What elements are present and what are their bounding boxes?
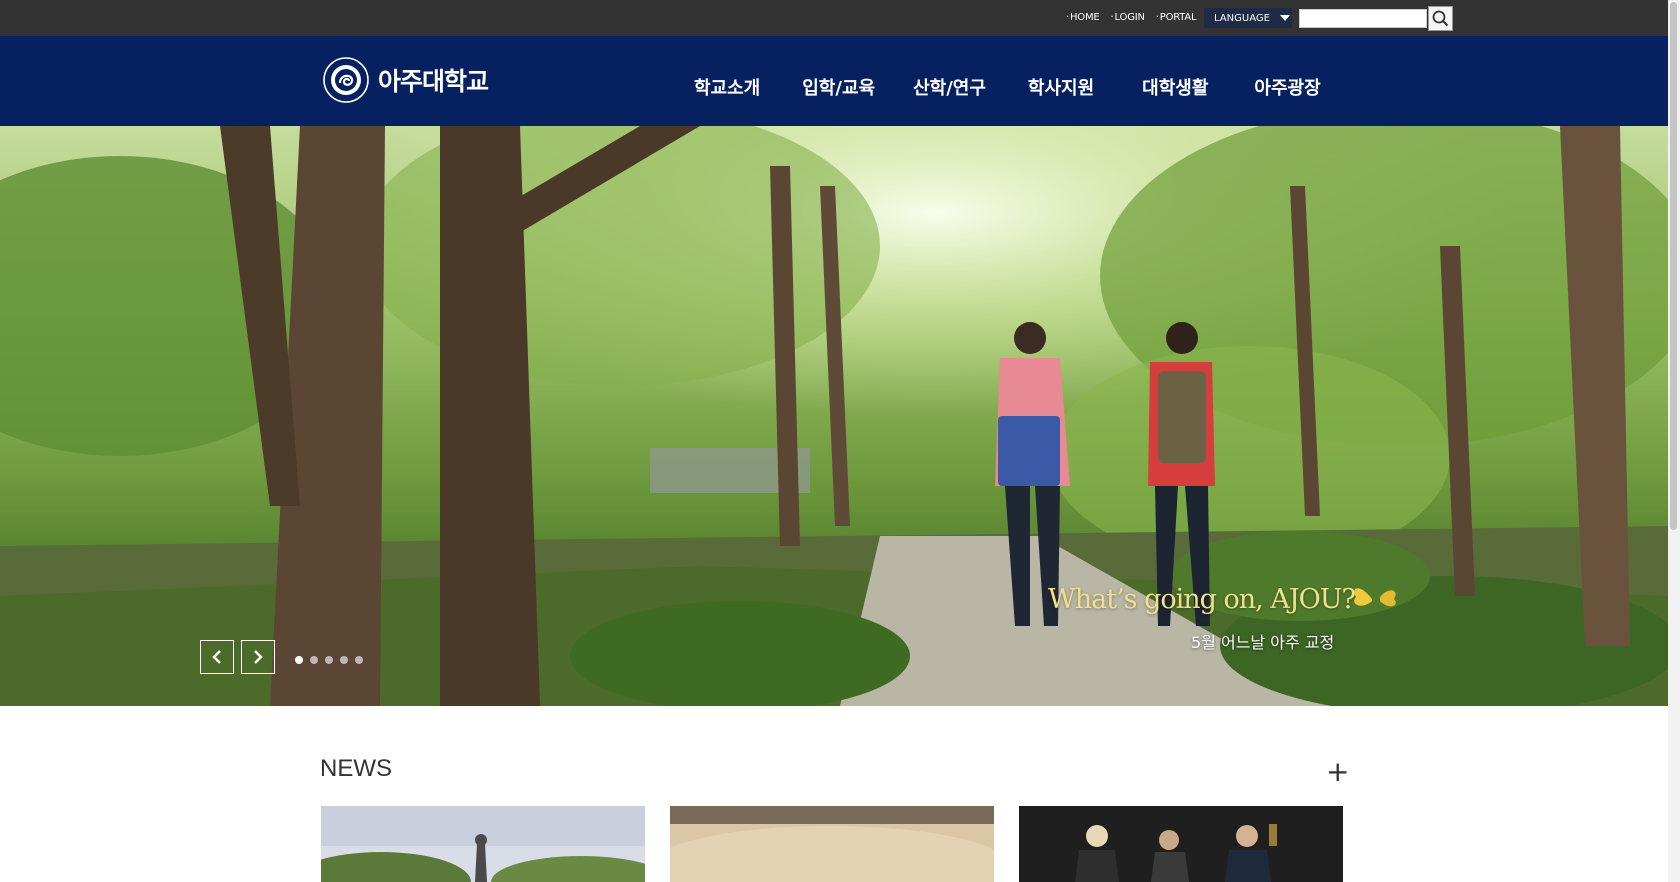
university-logo[interactable]: 아주대학교	[322, 56, 489, 104]
search-icon	[1432, 10, 1449, 27]
caret-down-icon	[1279, 15, 1290, 21]
language-label: LANGUAGE	[1214, 12, 1270, 24]
portal-link[interactable]: PORTAL	[1156, 12, 1197, 23]
news-card-1[interactable]	[321, 806, 645, 882]
news-card-3[interactable]	[1019, 806, 1343, 882]
news-section-title: NEWS	[320, 755, 392, 782]
scrollbar-thumb[interactable]	[1670, 2, 1677, 530]
menu-item-admission[interactable]: 입학/교육	[802, 74, 875, 100]
news-card-3-image	[1019, 806, 1343, 882]
news-card-2-image	[670, 806, 994, 882]
main-menu: 학교소개 입학/교육 산학/연구 학사지원 대학생활 아주광장	[694, 74, 1321, 100]
utility-bar: HOME LOGIN PORTAL LANGUAGE	[0, 0, 1668, 36]
slide-dot-5[interactable]	[355, 656, 363, 664]
slide-dot-4[interactable]	[340, 656, 348, 664]
login-link[interactable]: LOGIN	[1111, 12, 1145, 23]
news-card-2[interactable]	[670, 806, 994, 882]
utility-links: HOME LOGIN PORTAL	[1066, 12, 1207, 23]
search-button[interactable]	[1428, 6, 1453, 31]
butterfly-icon	[1354, 588, 1396, 607]
menu-item-about[interactable]: 학교소개	[694, 74, 760, 100]
news-more-button[interactable]: +	[1326, 758, 1349, 786]
language-dropdown[interactable]: LANGUAGE	[1204, 8, 1292, 28]
logo-text: 아주대학교	[378, 67, 489, 96]
slide-indicators	[295, 656, 370, 664]
hero-banner[interactable]: What’s going on, AJOU? 5월 어느날 아주 교정	[0, 126, 1668, 706]
hero-headline: What’s going on, AJOU?	[1048, 584, 1356, 615]
next-slide-button[interactable]	[241, 640, 275, 674]
home-link[interactable]: HOME	[1066, 12, 1100, 23]
slide-dot-1[interactable]	[295, 656, 303, 664]
menu-item-research[interactable]: 산학/연구	[913, 74, 986, 100]
slide-dot-2[interactable]	[310, 656, 318, 664]
previous-slide-button[interactable]	[200, 640, 234, 674]
slide-dot-3[interactable]	[325, 656, 333, 664]
hero-photo	[0, 126, 1668, 706]
main-navigation: 아주대학교 학교소개 입학/교육 산학/연구 학사지원 대학생활 아주광장	[0, 36, 1668, 126]
search-input[interactable]	[1299, 9, 1427, 28]
chevron-left-icon	[212, 650, 221, 664]
menu-item-plaza[interactable]: 아주광장	[1254, 74, 1320, 100]
hero-subtitle: 5월 어느날 아주 교정	[1191, 633, 1335, 652]
menu-item-campus-life[interactable]: 대학생활	[1142, 74, 1208, 100]
news-card-1-image	[321, 806, 645, 882]
university-emblem-icon	[323, 57, 369, 103]
chevron-right-icon	[254, 650, 263, 664]
menu-item-academic[interactable]: 학사지원	[1028, 74, 1094, 100]
